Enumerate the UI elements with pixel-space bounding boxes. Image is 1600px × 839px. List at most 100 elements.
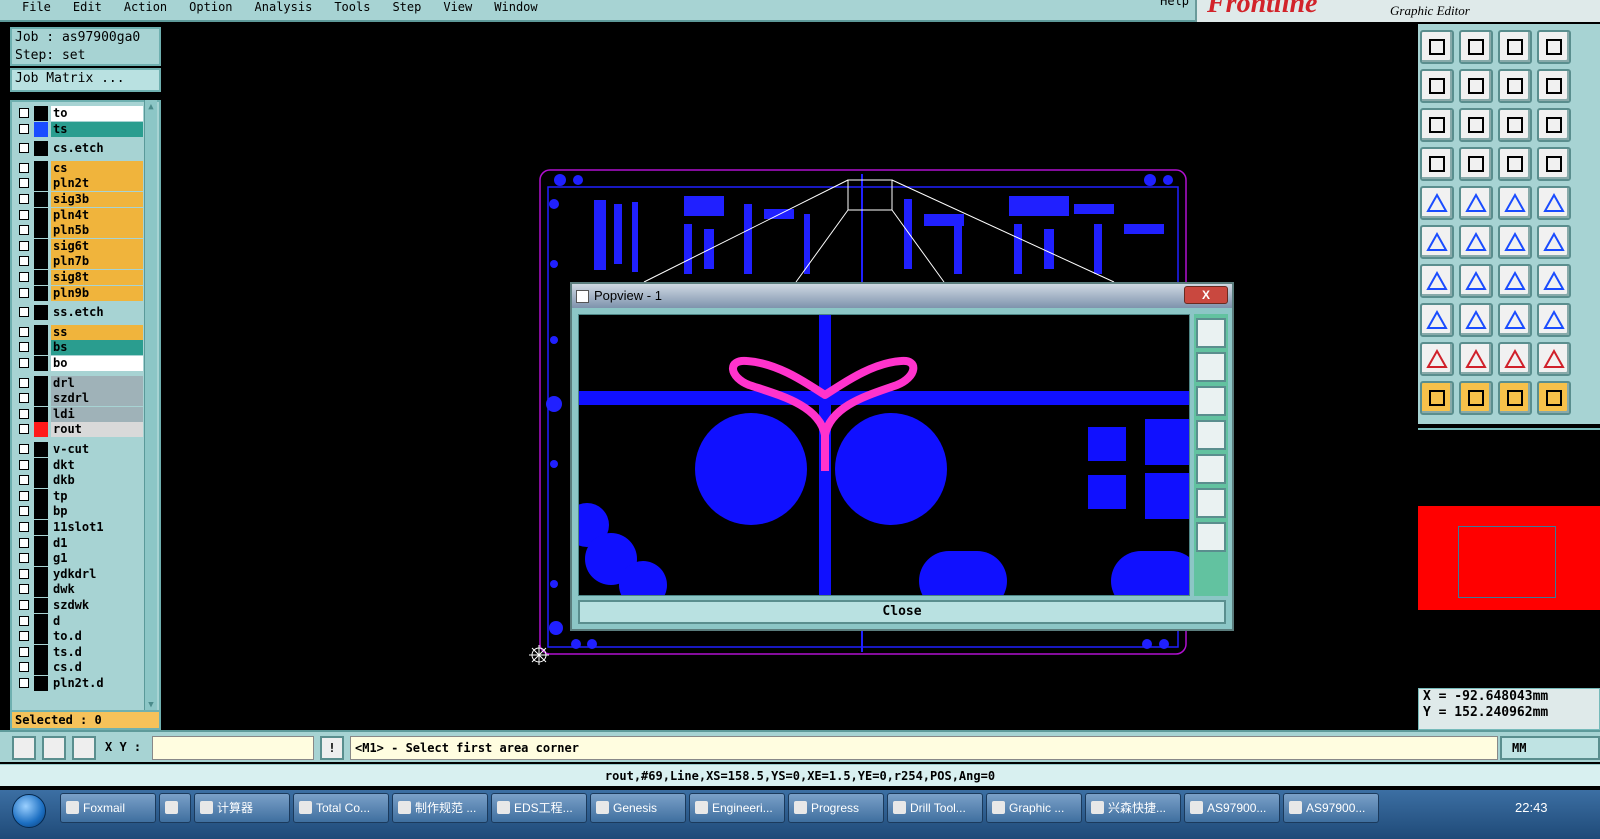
layer-row[interactable]: drl: [16, 375, 143, 391]
drill-map-icon[interactable]: [1498, 147, 1532, 181]
scroll-down-icon[interactable]: ▼: [146, 700, 156, 710]
pv-pan-down-icon[interactable]: [1196, 386, 1226, 416]
layer-scrollbar[interactable]: ▲ ▼: [144, 100, 157, 712]
fillet-icon[interactable]: [1537, 264, 1571, 298]
layer-checkbox[interactable]: [19, 272, 29, 282]
triangle-c-icon[interactable]: [1498, 342, 1532, 376]
layer-row[interactable]: ts.d: [16, 644, 143, 660]
layer-checkbox[interactable]: [19, 178, 29, 189]
pan-left-icon[interactable]: [1420, 69, 1454, 103]
window-icon[interactable]: [1537, 30, 1571, 64]
arc-move-icon[interactable]: [1537, 225, 1571, 259]
layer-row[interactable]: sig8t: [16, 270, 143, 285]
popview-titlebar[interactable]: Popview - 1 X: [572, 284, 1232, 308]
cross-icon[interactable]: [1459, 225, 1493, 259]
layer-checkbox[interactable]: [19, 600, 29, 610]
menu-window[interactable]: Window: [494, 0, 537, 14]
layer-checkbox[interactable]: [19, 326, 29, 337]
layer-checkbox[interactable]: [19, 522, 29, 532]
menu-option[interactable]: Option: [189, 0, 232, 14]
taskbar-item[interactable]: [159, 793, 191, 823]
menu-action[interactable]: Action: [124, 0, 167, 14]
layer-row[interactable]: to.d: [16, 629, 143, 645]
alert-button[interactable]: !: [320, 736, 344, 760]
taskbar-item[interactable]: Engineeri...: [689, 793, 785, 823]
layer-checkbox[interactable]: [19, 490, 29, 501]
taskbar-item[interactable]: 计算器: [194, 793, 290, 823]
node-icon[interactable]: [1420, 225, 1454, 259]
layer-checkbox[interactable]: [19, 631, 29, 642]
layer-row[interactable]: bs: [16, 340, 143, 356]
layer-checkbox[interactable]: [19, 506, 29, 517]
taskbar-item[interactable]: AS97900...: [1184, 793, 1280, 823]
layer-row[interactable]: ss.etch: [16, 305, 143, 321]
layer-checkbox[interactable]: [19, 615, 29, 626]
layer-row[interactable]: ldi: [16, 406, 143, 422]
layer-checkbox[interactable]: [19, 225, 29, 236]
overview-map[interactable]: [1418, 428, 1600, 688]
layer-row[interactable]: pln2t: [16, 176, 143, 192]
route-map-icon[interactable]: [1537, 147, 1571, 181]
layer-row[interactable]: ss: [16, 324, 143, 340]
popview-canvas[interactable]: [578, 314, 1190, 596]
taskbar-item[interactable]: Progress: [788, 793, 884, 823]
taskbar-item[interactable]: 兴森快捷...: [1085, 793, 1181, 823]
path-icon[interactable]: [1537, 381, 1571, 415]
pan-right-icon[interactable]: [1459, 69, 1493, 103]
layer-row[interactable]: dwk: [16, 582, 143, 598]
layer-row[interactable]: sig6t: [16, 238, 143, 254]
layer-checkbox[interactable]: [19, 424, 29, 435]
select-zoom-icon[interactable]: [1537, 69, 1571, 103]
layer-checkbox[interactable]: [19, 678, 29, 688]
layer-checkbox[interactable]: [19, 568, 29, 579]
taskbar-item[interactable]: Drill Tool...: [887, 793, 983, 823]
help-icon[interactable]: [1537, 108, 1571, 142]
units-selector[interactable]: MM: [1500, 736, 1600, 760]
pointer-alt-icon[interactable]: [1459, 381, 1493, 415]
layer-row[interactable]: rout: [16, 422, 143, 438]
layer-checkbox[interactable]: [19, 256, 29, 267]
taskbar-item[interactable]: EDS工程...: [491, 793, 587, 823]
popview-close-button[interactable]: Close: [578, 600, 1226, 624]
angle-icon[interactable]: [1420, 264, 1454, 298]
layer-checkbox[interactable]: [19, 662, 29, 673]
pv-pan-left-icon[interactable]: [1196, 420, 1226, 450]
menu-tools[interactable]: Tools: [334, 0, 370, 14]
rotate-icon[interactable]: [1498, 264, 1532, 298]
layer-down-icon[interactable]: [1459, 30, 1493, 64]
layer-checkbox[interactable]: [19, 537, 29, 548]
layer-row[interactable]: ydkdrl: [16, 566, 143, 582]
taskbar-item[interactable]: 制作规范 ...: [392, 793, 488, 823]
layer-checkbox[interactable]: [19, 342, 29, 353]
overview-view-box[interactable]: [1458, 526, 1556, 598]
layer-checkbox[interactable]: [19, 162, 29, 173]
pad-edit-icon[interactable]: [1420, 303, 1454, 337]
layer-row[interactable]: tp: [16, 488, 143, 504]
arc-add-icon[interactable]: [1498, 225, 1532, 259]
layer-row[interactable]: cs: [16, 160, 143, 176]
layer-checkbox[interactable]: [19, 358, 29, 368]
taskbar-item[interactable]: AS97900...: [1283, 793, 1379, 823]
layer-row[interactable]: pln2t.d: [16, 676, 143, 691]
taskbar-item[interactable]: Genesis: [590, 793, 686, 823]
grid-icon[interactable]: [72, 736, 96, 760]
layer-row[interactable]: szdrl: [16, 391, 143, 407]
layer-checkbox[interactable]: [19, 444, 29, 454]
layer-checkbox[interactable]: [19, 143, 29, 154]
triangle-d-icon[interactable]: [1537, 342, 1571, 376]
pv-pan-up-icon[interactable]: [1196, 352, 1226, 382]
layer-row[interactable]: pln5b: [16, 223, 143, 239]
layer-row[interactable]: szdwk: [16, 598, 143, 613]
layer-row[interactable]: bo: [16, 356, 143, 371]
taskbar-item[interactable]: Total Co...: [293, 793, 389, 823]
layer-row[interactable]: v-cut: [16, 442, 143, 457]
home-icon[interactable]: [1498, 30, 1532, 64]
layer-checkbox[interactable]: [19, 408, 29, 419]
snap-pad-icon[interactable]: [1420, 186, 1454, 220]
snap-icon[interactable]: [12, 736, 36, 760]
layer-row[interactable]: ts: [16, 121, 143, 137]
triangle-b-icon[interactable]: [1459, 342, 1493, 376]
start-button[interactable]: [12, 794, 46, 828]
layer-checkbox[interactable]: [19, 553, 29, 564]
layer-row[interactable]: bp: [16, 504, 143, 520]
